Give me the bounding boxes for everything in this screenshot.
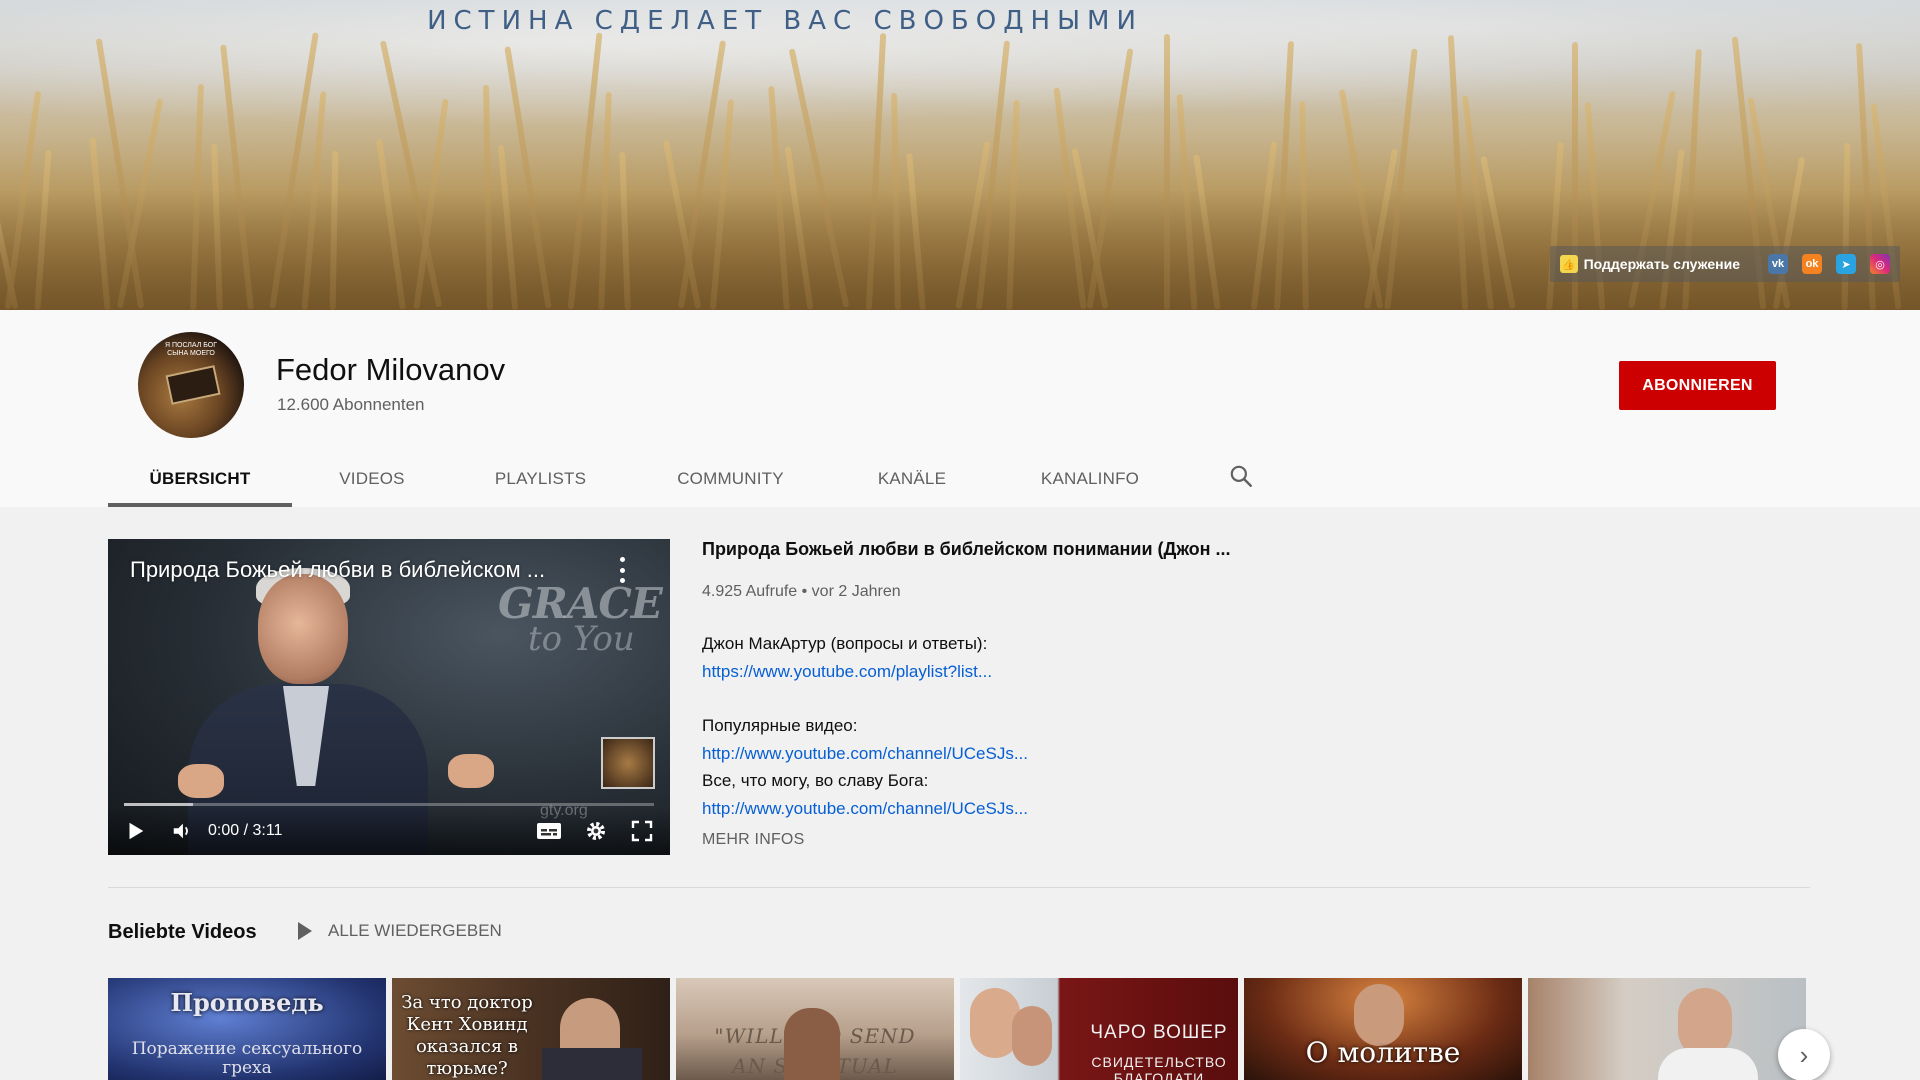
tab-about[interactable]: KANALINFO [992,450,1188,507]
player-controls: 0:00 / 3:11 [108,807,670,855]
odnoklassniki-icon[interactable]: ok [1802,254,1822,274]
tab-playlists[interactable]: PLAYLISTS [452,450,629,507]
banner-tagline: ИСТИНА СДЕЛАЕТ ВАС СВОБОДНЫМИ [427,6,1143,36]
thumbnail-text: Поражение сексуального греха [131,1039,363,1078]
video-thumbnail[interactable]: Проповедь Поражение сексуального греха [108,978,386,1080]
avatar-text: Я ПОСЛАЛ БОГ СЫНА МОЕГО [164,342,217,357]
tab-videos[interactable]: VIDEOS [292,450,452,507]
section-divider [108,887,1810,888]
featured-video-title[interactable]: Природа Божьей любви в библейском понима… [702,539,1231,560]
volume-icon[interactable] [170,820,194,842]
tab-overview[interactable]: ÜBERSICHT [108,450,292,507]
featured-video-meta: 4.925 Aufrufe • vor 2 Jahren [702,583,901,600]
video-thumbnail[interactable]: ЧАРО ВОШЕР СВИДЕТЕЛЬСТВО БЛАГОДАТИ [960,978,1238,1080]
more-info-button[interactable]: MEHR INFOS [702,831,804,849]
overlay-brand-sub: to You [528,619,635,659]
speaker-body [542,1048,642,1080]
speaker-head [258,574,348,684]
desc-link[interactable]: http://www.youtube.com/channel/UCeSJs... [702,740,1028,768]
featured-video-player[interactable]: GRACE to You Природа Божьей любви в библ… [108,539,670,855]
avatar[interactable]: Я ПОСЛАЛ БОГ СЫНА МОЕГО [138,332,244,438]
speaker-figure [784,1008,840,1080]
tab-community[interactable]: COMMUNITY [629,450,832,507]
play-icon[interactable] [124,820,146,842]
channel-tabs: ÜBERSICHT VIDEOS PLAYLISTS COMMUNITY KAN… [108,450,1188,507]
video-thumbnail[interactable]: За что доктор Кент Ховинд оказался в тюр… [392,978,670,1080]
time-display: 0:00 / 3:11 [208,822,283,839]
desc-link[interactable]: http://www.youtube.com/channel/UCeSJs... [702,795,1028,823]
speaker-figure [1012,1006,1052,1066]
featured-video-description: Джон МакАртур (вопросы и ответы): https:… [702,630,1028,822]
thumbs-up-icon: 👍 [1559,255,1578,273]
telegram-icon[interactable]: ➤ [1836,254,1856,274]
settings-gear-icon[interactable] [584,819,608,843]
chevron-right-icon[interactable]: › [1778,1029,1830,1080]
thumbnail-text: СВИДЕТЕЛЬСТВО БЛАГОДАТИ [1091,1054,1227,1080]
tab-channels[interactable]: KANÄLE [832,450,992,507]
banner-links: 👍 Поддержать служение vk ok ➤ ◎ [1549,246,1900,282]
thumbnail-text: ЧАРО ВОШЕР [1090,1022,1228,1043]
more-vert-icon[interactable] [616,557,628,583]
instagram-icon[interactable]: ◎ [1870,254,1890,274]
player-title[interactable]: Природа Божьей любви в библейском ... [130,557,545,583]
speaker-hand-left [178,764,224,798]
video-thumbnail[interactable]: "WILL GOD SEND AN SPIRITUAL [676,978,954,1080]
progress-bar[interactable] [124,803,654,806]
channel-banner: ИСТИНА СДЕЛАЕТ ВАС СВОБОДНЫМИ 👍 Поддержа… [0,0,1920,310]
video-thumbnail[interactable]: О молитве [1244,978,1522,1080]
channel-header: Я ПОСЛАЛ БОГ СЫНА МОЕГО Fedor Milovanov … [0,310,1920,507]
video-thumbnail[interactable] [1528,978,1806,1080]
speaker-hand-right [448,754,494,788]
book-icon [165,365,221,405]
search-icon[interactable] [1228,463,1254,489]
desc-link[interactable]: https://www.youtube.com/playlist?list... [702,658,1028,686]
support-label: Поддержать служение [1583,256,1740,272]
channel-watermark[interactable] [601,737,655,789]
subtitles-icon[interactable] [536,820,562,842]
desc-line: Популярные видео: [702,716,858,735]
thumbnail-text: О молитве [1305,1036,1461,1069]
support-link[interactable]: 👍 Поддержать служение [1559,255,1754,273]
channel-name: Fedor Milovanov [276,352,506,387]
thumbnail-text: За что доктор Кент Ховинд оказался в тюр… [401,992,533,1079]
fullscreen-icon[interactable] [630,819,654,843]
play-all-label: ALLE WIEDERGEBEN [328,921,502,940]
shelf-title[interactable]: Beliebte Videos [108,921,257,944]
speaker-body [1658,1048,1758,1080]
subscribe-button[interactable]: ABONNIEREN [1619,361,1776,410]
play-all-button[interactable]: ALLE WIEDERGEBEN [298,921,502,941]
play-icon [298,922,312,940]
vk-icon[interactable]: vk [1768,254,1788,274]
subscriber-count: 12.600 Abonnenten [277,395,425,414]
progress-fill [124,803,193,806]
desc-line: Все, что могу, во славу Бога: [702,771,929,790]
desc-line: Джон МакАртур (вопросы и ответы): [702,634,988,653]
thumbnail-text: Проповедь [170,988,324,1017]
